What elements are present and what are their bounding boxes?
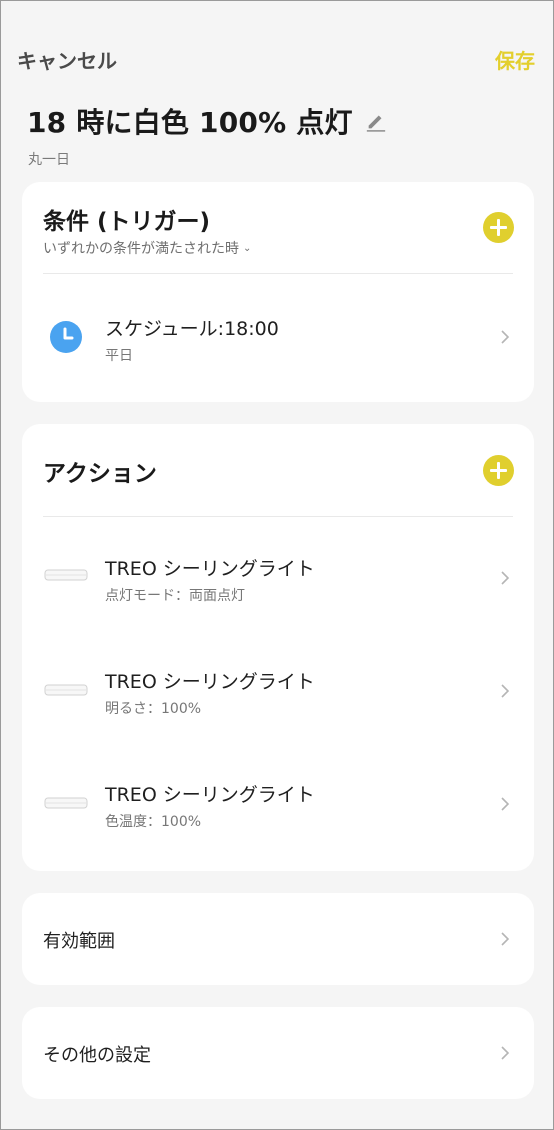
other-settings-label: その他の設定 xyxy=(43,1045,151,1066)
chevron-right-icon xyxy=(501,571,510,585)
chevron-right-icon xyxy=(501,932,510,946)
action-item[interactable]: TREO シーリングライト 明るさ：100% xyxy=(22,630,534,743)
condition-item-title: スケジュール:18:00 xyxy=(105,318,279,340)
pencil-edit-icon[interactable] xyxy=(365,110,387,132)
action-item-title: TREO シーリングライト xyxy=(105,558,315,580)
chevron-right-icon xyxy=(501,1046,510,1060)
conditions-card: 条件 (トリガー) いずれかの条件が満たされた時 ⌄ スケジュール:18:00 … xyxy=(22,182,534,402)
cancel-button[interactable]: キャンセル xyxy=(17,45,117,74)
top-bar: キャンセル 保存 xyxy=(1,1,554,101)
save-button[interactable]: 保存 xyxy=(495,45,535,74)
conditions-title: 条件 (トリガー) xyxy=(43,209,211,235)
action-item-subtitle: 明るさ：100% xyxy=(105,701,202,717)
ceiling-light-icon xyxy=(44,684,88,696)
condition-item-subtitle: 平日 xyxy=(105,348,133,364)
clock-icon xyxy=(50,321,82,353)
action-item-title: TREO シーリングライト xyxy=(105,784,315,806)
chevron-right-icon xyxy=(501,797,510,811)
valid-range-label: 有効範囲 xyxy=(43,931,115,952)
action-item-title: TREO シーリングライト xyxy=(105,671,315,693)
scene-title-row: 18 時に白色 100% 点灯 xyxy=(27,101,387,141)
chevron-right-icon xyxy=(501,330,510,344)
action-item[interactable]: TREO シーリングライト 点灯モード：両面点灯 xyxy=(22,517,534,630)
action-item-subtitle: 色温度：100% xyxy=(105,814,202,830)
action-item-subtitle: 点灯モード：両面点灯 xyxy=(105,588,245,604)
add-condition-button[interactable] xyxy=(483,212,514,243)
condition-mode-label: いずれかの条件が満たされた時 xyxy=(43,241,239,257)
add-action-button[interactable] xyxy=(483,455,514,486)
condition-item-schedule[interactable]: スケジュール:18:00 平日 xyxy=(22,274,534,400)
scene-subtitle: 丸一日 xyxy=(28,152,70,168)
chevron-down-icon: ⌄ xyxy=(243,242,252,254)
condition-mode-dropdown[interactable]: いずれかの条件が満たされた時 ⌄ xyxy=(43,238,251,258)
action-item[interactable]: TREO シーリングライト 色温度：100% xyxy=(22,743,534,856)
valid-range-row[interactable]: 有効範囲 xyxy=(22,893,534,985)
other-settings-row[interactable]: その他の設定 xyxy=(22,1007,534,1099)
actions-card: アクション TREO シーリングライト 点灯モード：両面点灯 TREO シーリン… xyxy=(22,424,534,871)
scene-title: 18 時に白色 100% 点灯 xyxy=(27,106,353,139)
actions-title: アクション xyxy=(43,461,157,487)
ceiling-light-icon xyxy=(44,797,88,809)
chevron-right-icon xyxy=(501,684,510,698)
ceiling-light-icon xyxy=(44,569,88,581)
